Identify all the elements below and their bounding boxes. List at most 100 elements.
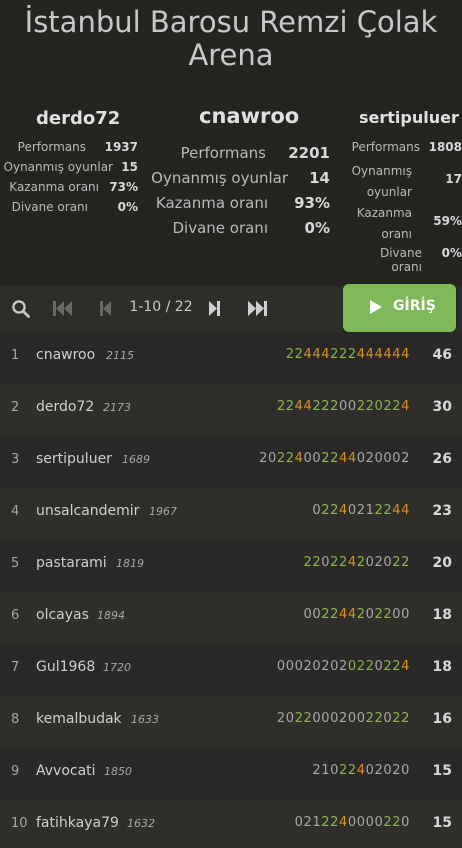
rank: 1 xyxy=(11,348,20,363)
standing-row[interactable]: 10 fatihkaya79 1632 0212240000220 15 xyxy=(0,800,462,848)
total-score: 18 xyxy=(432,659,452,675)
score-sheet: 21022402020 xyxy=(312,763,410,778)
rating: 1967 xyxy=(149,505,177,518)
username[interactable]: derdo72 xyxy=(36,399,94,415)
total-score: 15 xyxy=(432,763,452,779)
standing-row[interactable]: 5 pastarami 1819 220224202022 20 xyxy=(0,540,462,592)
rank: 8 xyxy=(11,712,20,727)
rank: 5 xyxy=(11,556,20,571)
arena-title: İstanbul Barosu Remzi Çolak Arena xyxy=(0,6,462,72)
rank: 7 xyxy=(11,660,20,675)
total-score: 18 xyxy=(432,607,452,623)
join-button-label: GİRİŞ xyxy=(393,298,436,314)
podium-second: derdo72 Performans 1937 Oynanmış oyunlar… xyxy=(0,104,148,234)
score-sheet: 20224002244020002 xyxy=(259,451,410,466)
next-page-icon[interactable] xyxy=(208,300,221,321)
username[interactable]: cnawroo xyxy=(36,347,95,363)
rating: 1632 xyxy=(127,817,155,830)
stat-value: 59% xyxy=(433,214,462,228)
stat-value: 17 xyxy=(445,172,462,186)
username[interactable]: kemalbudak xyxy=(36,711,122,727)
stat-label: Divane oranı xyxy=(172,219,268,237)
standing-row[interactable]: 2 derdo72 2173 224422200220224 30 xyxy=(0,384,462,436)
stat-label: Oynanmış oyunlar xyxy=(351,164,412,199)
podium-first: cnawroo Performans 2201 Oynanmış oyunlar… xyxy=(150,104,340,244)
stat-value: 93% xyxy=(294,194,330,212)
score-sheet: 22444222444444 xyxy=(285,347,410,362)
search-icon[interactable] xyxy=(11,299,31,323)
score-sheet: 000202020220224 xyxy=(276,659,410,674)
play-icon xyxy=(369,299,383,319)
rank: 2 xyxy=(11,400,20,415)
rating: 1850 xyxy=(104,765,132,778)
standing-row[interactable]: 4 unsalcandemir 1967 02240212244 23 xyxy=(0,488,462,540)
score-sheet: 0212240000220 xyxy=(294,815,410,830)
total-score: 30 xyxy=(432,399,452,415)
score-sheet: 02240212244 xyxy=(312,503,410,518)
rank: 9 xyxy=(11,764,20,779)
stat-label: Performans xyxy=(180,144,266,162)
stat-label: Kazanma oranı xyxy=(356,206,412,241)
last-page-icon[interactable] xyxy=(247,300,269,321)
username[interactable]: olcayas xyxy=(36,607,89,623)
stat-value: 0% xyxy=(117,200,138,214)
standing-row[interactable]: 7 Gul1968 1720 000202020220224 18 xyxy=(0,644,462,696)
rank: 6 xyxy=(11,608,20,623)
rank: 4 xyxy=(11,504,20,519)
stat-value: 15 xyxy=(121,160,138,174)
total-score: 16 xyxy=(432,711,452,727)
username[interactable]: fatihkaya79 xyxy=(36,815,119,831)
page-info: 1-10 / 22 xyxy=(129,299,193,315)
total-score: 23 xyxy=(432,503,452,519)
standing-row[interactable]: 9 Avvocati 1850 21022402020 15 xyxy=(0,748,462,800)
stat-value: 1937 xyxy=(104,140,138,154)
score-sheet: 224422200220224 xyxy=(276,399,410,414)
stat-value: 0% xyxy=(441,246,462,260)
rating: 1720 xyxy=(103,661,131,674)
prev-page-icon[interactable] xyxy=(99,300,112,321)
stat-label: Divane oranı xyxy=(379,246,422,274)
score-sheet: 202200020022022 xyxy=(276,711,410,726)
username[interactable]: unsalcandemir xyxy=(36,503,139,519)
arena-title-line2: Arena xyxy=(188,38,274,72)
rank: 3 xyxy=(11,452,20,467)
stat-value: 14 xyxy=(309,169,330,187)
username[interactable]: Avvocati xyxy=(36,763,96,779)
podium-third: sertipuluer Performans 1808 Oynanmış oyu… xyxy=(346,104,462,274)
stat-label: Kazanma oranı xyxy=(155,194,268,212)
rating: 1689 xyxy=(122,453,150,466)
arena-title-line1: İstanbul Barosu Remzi Çolak xyxy=(24,5,438,39)
stat-value: 2201 xyxy=(288,144,330,162)
stat-value: 73% xyxy=(109,180,138,194)
stat-value: 0% xyxy=(304,219,330,237)
total-score: 15 xyxy=(432,815,452,831)
rating: 1894 xyxy=(97,609,125,622)
first-page-icon[interactable] xyxy=(52,300,74,321)
standing-row[interactable]: 1 cnawroo 2115 22444222444444 46 xyxy=(0,332,462,384)
standing-row[interactable]: 8 kemalbudak 1633 202200020022022 16 xyxy=(0,696,462,748)
score-sheet: 220224202022 xyxy=(303,555,410,570)
score-sheet: 002244202200 xyxy=(303,607,410,622)
stat-label: Divane oranı xyxy=(11,200,88,214)
stat-label: Oynanmış oyunlar xyxy=(151,169,288,187)
stat-label: Performans xyxy=(351,140,420,154)
rating: 2115 xyxy=(106,349,134,362)
standing-row[interactable]: 6 olcayas 1894 002244202200 18 xyxy=(0,592,462,644)
total-score: 20 xyxy=(432,555,452,571)
stat-label: Kazanma oranı xyxy=(9,180,99,194)
total-score: 46 xyxy=(432,347,452,363)
join-button[interactable]: GİRİŞ xyxy=(343,284,456,332)
username[interactable]: pastarami xyxy=(36,555,107,571)
standing-row[interactable]: 3 sertipuluer 1689 20224002244020002 26 xyxy=(0,436,462,488)
stat-value: 1808 xyxy=(428,140,462,154)
username[interactable]: Gul1968 xyxy=(36,659,95,675)
rank: 10 xyxy=(11,816,28,831)
podium-second-name[interactable]: derdo72 xyxy=(36,108,120,129)
podium-third-name[interactable]: sertipuluer xyxy=(359,108,459,127)
stat-label: Oynanmış oyunlar xyxy=(3,160,113,174)
total-score: 26 xyxy=(432,451,452,467)
rating: 2173 xyxy=(103,401,131,414)
rating: 1633 xyxy=(131,713,159,726)
podium-first-name[interactable]: cnawroo xyxy=(199,104,299,128)
username[interactable]: sertipuluer xyxy=(36,451,112,467)
